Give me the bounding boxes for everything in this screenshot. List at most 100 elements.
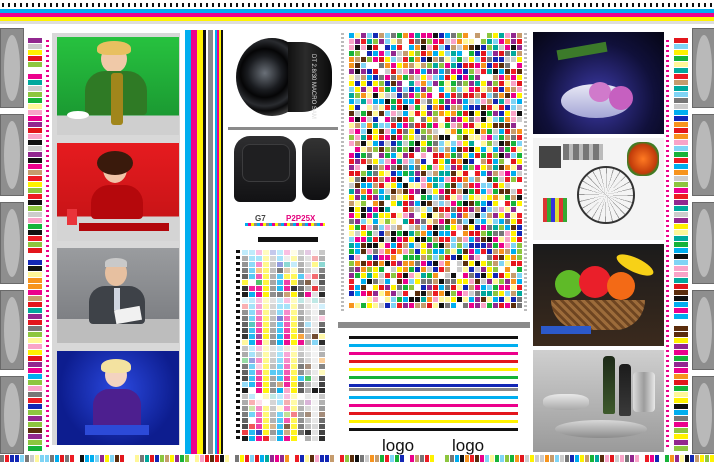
color-patch [421, 93, 426, 98]
color-patch [475, 285, 480, 290]
color-patch [367, 183, 372, 188]
color-patch [457, 171, 462, 176]
color-patch [421, 99, 426, 104]
ramp-patch [312, 256, 318, 261]
color-patch [409, 249, 414, 254]
color-patch [511, 117, 516, 122]
color-patch [355, 243, 360, 248]
color-patch [511, 99, 516, 104]
ramp-patch [305, 334, 311, 339]
color-patch [427, 105, 432, 110]
color-swatch [674, 362, 688, 367]
ramp-patch [312, 418, 318, 423]
color-patch [469, 279, 474, 284]
color-patch [505, 51, 510, 56]
ramp-patch [291, 340, 297, 345]
bottom-swatch [15, 455, 19, 462]
color-patch [409, 141, 414, 146]
ramp-patch [291, 376, 297, 381]
ramp-marker [236, 376, 240, 379]
color-patch [421, 255, 426, 260]
color-patch [367, 171, 372, 176]
color-patch [397, 141, 402, 146]
color-patch [379, 219, 384, 224]
color-patch [367, 243, 372, 248]
color-patch [511, 171, 516, 176]
bottom-swatch [470, 455, 474, 462]
color-swatch [28, 410, 42, 415]
ramp-patch [298, 394, 304, 399]
color-patch [409, 303, 414, 308]
color-patch [487, 147, 492, 152]
color-patch [469, 93, 474, 98]
tick-mark [446, 3, 448, 7]
color-patch [493, 285, 498, 290]
color-patch [487, 195, 492, 200]
bottom-swatch [550, 455, 554, 462]
color-patch [373, 267, 378, 272]
ramp-patch [319, 394, 325, 399]
ramp-patch [298, 334, 304, 339]
ramp-marker [236, 340, 240, 343]
ramp-patch [242, 418, 248, 423]
color-patch [409, 231, 414, 236]
color-patch [439, 141, 444, 146]
ramp-patch [298, 340, 304, 345]
color-patch [379, 207, 384, 212]
tick-mark [560, 3, 562, 7]
right-gray-tab [692, 28, 714, 108]
ramp-patch [270, 334, 276, 339]
color-patch [469, 219, 474, 224]
color-patch [421, 57, 426, 62]
ramp-patch [256, 322, 262, 327]
ramp-patch [312, 292, 318, 297]
color-patch [457, 147, 462, 152]
bottom-swatch [215, 455, 219, 462]
color-patch [517, 69, 522, 74]
tick-mark [416, 3, 418, 7]
ramp-patch [291, 418, 297, 423]
horizontal-bar [349, 424, 518, 427]
bottom-swatch [485, 455, 489, 462]
ramp-marker [236, 358, 240, 361]
tick-mark [704, 3, 706, 7]
bicycle-still-life-photo [533, 138, 664, 240]
color-patch [397, 261, 402, 266]
color-patch [499, 225, 504, 230]
color-patch [361, 291, 366, 296]
color-patch [421, 213, 426, 218]
color-patch [355, 159, 360, 164]
tick-mark [638, 3, 640, 7]
color-patch [487, 183, 492, 188]
color-patch [457, 189, 462, 194]
color-patch [373, 231, 378, 236]
color-patch [451, 69, 456, 74]
color-patch [451, 267, 456, 272]
ramp-patch [284, 406, 290, 411]
ramp-patch [270, 310, 276, 315]
color-patch [403, 33, 408, 38]
color-patch [439, 99, 444, 104]
color-patch [361, 195, 366, 200]
ramp-patch [242, 346, 248, 351]
tick-mark [314, 3, 316, 7]
ramp-patch [263, 412, 269, 417]
ramp-patch [263, 328, 269, 333]
tick-mark [626, 3, 628, 7]
tick-mark [470, 3, 472, 7]
color-patch [499, 279, 504, 284]
color-patch [493, 243, 498, 248]
ramp-patch [305, 418, 311, 423]
color-patch [499, 237, 504, 242]
ramp-patch [291, 358, 297, 363]
color-patch [493, 231, 498, 236]
color-patch [439, 57, 444, 62]
color-patch [391, 57, 396, 62]
color-patch [469, 129, 474, 134]
ramp-patch [305, 364, 311, 369]
ramp-patch [284, 256, 290, 261]
color-patch [445, 135, 450, 140]
color-patch [457, 93, 462, 98]
color-swatch [28, 56, 42, 61]
ramp-patch [298, 412, 304, 417]
